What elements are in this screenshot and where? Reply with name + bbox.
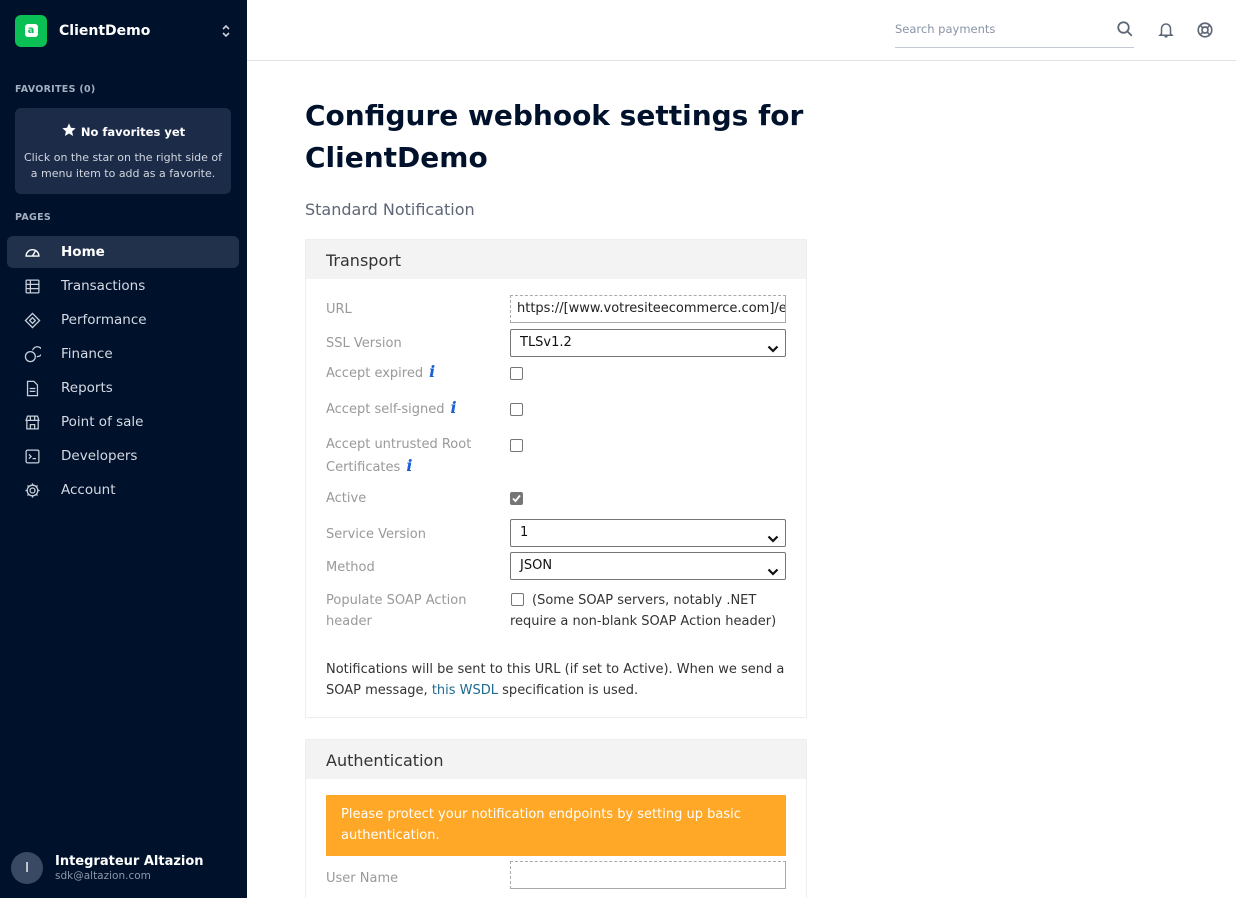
user-email: sdk@altazion.com	[55, 870, 151, 882]
terminal-icon	[23, 447, 41, 465]
populate-soap-label: Populate SOAP Action header	[326, 593, 467, 629]
dashboard-icon	[23, 243, 41, 261]
search-bar	[895, 18, 1134, 48]
chevron-down-icon	[767, 338, 779, 364]
sidebar-item-transactions[interactable]: Transactions	[7, 270, 239, 302]
account-name: ClientDemo	[59, 22, 151, 39]
page-title: Configure webhook settings for ClientDem…	[305, 99, 804, 174]
user-profile[interactable]: I Integrateur Altazion sdk@altazion.com	[11, 852, 204, 884]
account-switcher[interactable]: a ClientDemo	[15, 14, 232, 47]
brand-logo-letter: a	[24, 24, 38, 37]
chevron-down-icon	[767, 561, 779, 587]
accept-untrusted-checkbox[interactable]	[510, 439, 523, 452]
pages-section-label: PAGES	[15, 212, 52, 223]
sidebar-item-performance[interactable]: Performance	[7, 304, 239, 336]
favorites-empty-title: No favorites yet	[80, 124, 186, 139]
main-content: Configure webhook settings for ClientDem…	[305, 61, 1236, 898]
star-icon	[61, 122, 77, 141]
sidebar-item-label: Performance	[61, 312, 147, 328]
url-input[interactable]: https://[www.votresiteecommerce.com]/exe	[510, 295, 786, 323]
chevron-updown-icon[interactable]	[220, 22, 232, 40]
transport-heading: Transport	[306, 240, 806, 279]
accept-untrusted-label: Accept untrusted Root Certificates	[326, 437, 472, 475]
wsdl-link[interactable]: this WSDL	[432, 683, 498, 698]
sidebar-item-label: Developers	[61, 448, 138, 464]
sidebar-item-home[interactable]: Home	[7, 236, 239, 268]
favorites-empty-description: Click on the star on the right side of a…	[24, 151, 222, 180]
favorites-empty-box: No favorites yet Click on the star on th…	[15, 108, 231, 194]
service-version-label: Service Version	[326, 527, 426, 542]
info-icon[interactable]: i	[429, 362, 435, 381]
notice-text-end: specification is used.	[498, 683, 639, 698]
accept-self-signed-label: Accept self-signed	[326, 402, 445, 417]
method-label: Method	[326, 560, 375, 575]
populate-soap-checkbox[interactable]	[511, 593, 524, 606]
sidebar-item-account[interactable]: Account	[7, 474, 239, 506]
auth-warning-banner: Please protect your notification endpoin…	[326, 795, 786, 856]
transport-panel: Transport URL https://[www.votresiteecom…	[305, 239, 807, 718]
sidebar-item-finance[interactable]: Finance	[7, 338, 239, 370]
accept-expired-checkbox[interactable]	[510, 367, 523, 380]
user-name: Integrateur Altazion	[55, 854, 204, 869]
username-label: User Name	[326, 871, 399, 886]
ssl-version-select[interactable]: TLSv1.2	[510, 329, 786, 357]
sidebar-item-label: Account	[61, 482, 116, 498]
accept-self-signed-checkbox[interactable]	[510, 403, 523, 416]
avatar: I	[11, 852, 43, 884]
active-label: Active	[326, 491, 367, 506]
authentication-panel: Authentication Please protect your notif…	[305, 739, 807, 898]
sidebar-nav: Home Transactions Performance Finance Re…	[7, 236, 239, 508]
populate-soap-note: (Some SOAP servers, notably .NET require…	[510, 593, 777, 629]
authentication-heading: Authentication	[306, 740, 806, 779]
topbar	[247, 0, 1236, 61]
table-icon	[23, 277, 41, 295]
ssl-version-label: SSL Version	[326, 336, 402, 351]
gear-icon	[23, 481, 41, 499]
username-input[interactable]	[510, 861, 786, 889]
info-icon[interactable]: i	[406, 456, 412, 475]
url-label: URL	[326, 302, 352, 317]
sidebar-item-reports[interactable]: Reports	[7, 372, 239, 404]
active-checkbox[interactable]	[510, 492, 523, 505]
bell-icon[interactable]	[1157, 20, 1177, 40]
sidebar-item-label: Home	[61, 244, 105, 260]
service-version-select[interactable]: 1	[510, 519, 786, 547]
sidebar-item-point-of-sale[interactable]: Point of sale	[7, 406, 239, 438]
finance-icon	[23, 345, 41, 363]
page-subtitle: Standard Notification	[305, 200, 475, 219]
brand-logo: a	[15, 14, 47, 47]
active-row: Active	[326, 488, 786, 506]
help-lifebuoy-icon[interactable]	[1196, 20, 1216, 40]
notification-info-text: Notifications will be sent to this URL (…	[326, 659, 788, 701]
sidebar-item-developers[interactable]: Developers	[7, 440, 239, 472]
service-version-value: 1	[520, 525, 529, 540]
search-input[interactable]	[895, 18, 1105, 40]
chevron-down-icon	[767, 528, 779, 554]
method-select[interactable]: JSON	[510, 552, 786, 580]
search-icon[interactable]	[1116, 20, 1134, 42]
sidebar: a ClientDemo FAVORITES (0) No favorites …	[0, 0, 247, 898]
store-icon	[23, 413, 41, 431]
sidebar-item-label: Reports	[61, 380, 113, 396]
ssl-version-value: TLSv1.2	[520, 335, 572, 350]
document-icon	[23, 379, 41, 397]
accept-expired-label: Accept expired	[326, 366, 424, 381]
performance-icon	[23, 311, 41, 329]
sidebar-item-label: Transactions	[61, 278, 146, 294]
sidebar-item-label: Point of sale	[61, 414, 144, 430]
favorites-section-label: FAVORITES (0)	[15, 84, 96, 95]
info-icon[interactable]: i	[451, 398, 457, 417]
sidebar-item-label: Finance	[61, 346, 113, 362]
method-value: JSON	[520, 558, 553, 573]
